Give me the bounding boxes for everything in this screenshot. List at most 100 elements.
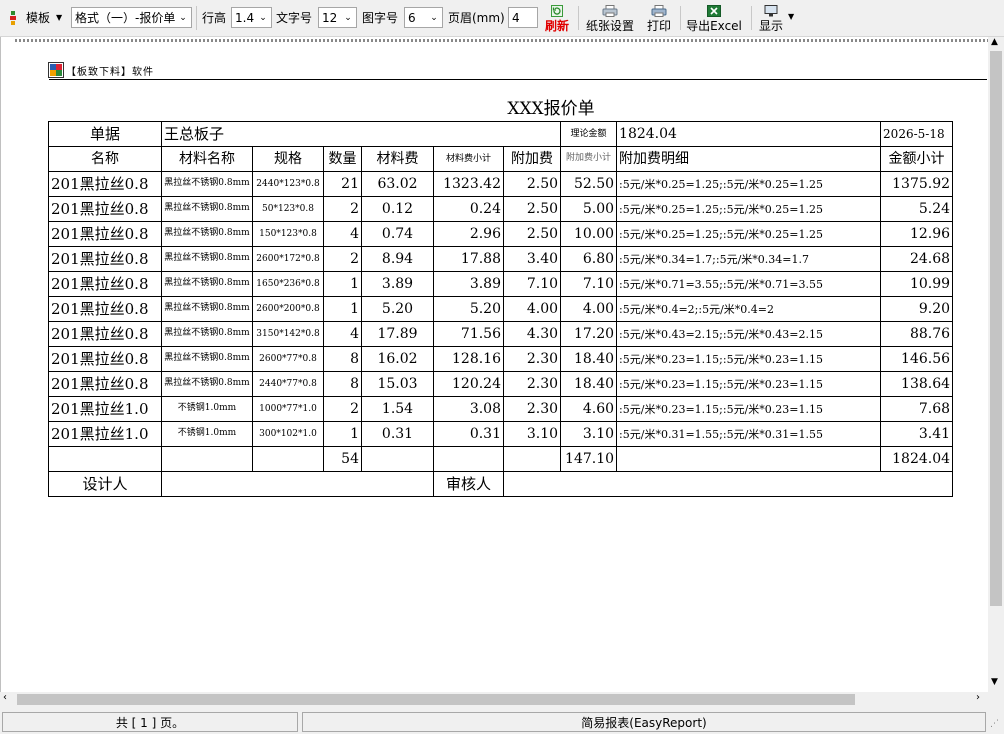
reviewer-label: 审核人 — [433, 471, 504, 497]
cell-name: 201黑拉丝0.8 — [48, 171, 162, 197]
cell-fee: 5.20 — [361, 296, 434, 322]
cell-sub: 2.96 — [433, 221, 504, 247]
horizontal-scroll-thumb[interactable] — [17, 694, 855, 705]
empty-cell — [48, 446, 162, 472]
refresh-icon — [551, 5, 563, 17]
vertical-scrollbar[interactable]: ▲ ▼ — [988, 37, 1004, 692]
cell-total: 24.68 — [880, 246, 954, 272]
app-name-status: 简易报表(EasyReport) — [302, 712, 986, 732]
cell-spec: 3150*142*0.8 — [252, 321, 324, 347]
vertical-scroll-thumb[interactable] — [990, 51, 1002, 606]
header-margin-input[interactable]: 4 — [508, 7, 538, 28]
image-size-label: 图字号 — [362, 11, 399, 25]
theory-amount-label: 理论金额 — [560, 121, 618, 147]
font-size-select[interactable]: 12 ⌄ — [318, 7, 357, 28]
cell-mat: 黑拉丝不锈钢0.8mm — [161, 346, 253, 372]
cell-spec: 1000*77*1.0 — [252, 396, 324, 422]
line-height-label: 行高 — [202, 11, 227, 25]
refresh-button[interactable]: 刷新 — [544, 2, 570, 34]
cell-add: 2.30 — [502, 371, 562, 397]
cell-qty: 4 — [323, 321, 362, 347]
theory-amount-value: 1824.04 — [616, 121, 882, 147]
cell-spec: 1650*236*0.8 — [252, 271, 324, 297]
cell-add: 2.30 — [502, 346, 562, 372]
cell-spec: 50*123*0.8 — [252, 196, 324, 222]
table-row: 201黑拉丝1.0 不锈钢1.0mm 300*102*1.0 1 0.31 0.31 3.1… — [48, 421, 954, 447]
horizontal-scrollbar[interactable]: ‹ › — [0, 692, 988, 707]
empty-cell — [616, 446, 882, 472]
line-height-select[interactable]: 1.4 ⌄ — [231, 7, 272, 28]
cell-addsub: 7.10 — [560, 271, 618, 297]
cell-spec: 2600*77*0.8 — [252, 346, 324, 372]
cell-total: 5.24 — [880, 196, 954, 222]
image-size-value: 6 — [408, 10, 416, 25]
empty-cell — [252, 446, 324, 472]
toolbar-divider — [578, 6, 579, 30]
cell-qty: 1 — [323, 271, 362, 297]
cell-qty: 21 — [323, 171, 362, 197]
cell-total: 88.76 — [880, 321, 954, 347]
export-excel-button[interactable]: 导出Excel — [686, 2, 742, 34]
chevron-down-icon: ⌄ — [428, 10, 440, 25]
image-size-select[interactable]: 6 ⌄ — [404, 7, 443, 28]
cell-qty: 1 — [323, 421, 362, 447]
scroll-down-icon[interactable]: ▼ — [991, 677, 998, 687]
font-size-label: 文字号 — [276, 11, 313, 25]
scroll-right-icon[interactable]: › — [976, 692, 980, 703]
cell-add: 2.50 — [502, 196, 562, 222]
cell-qty: 2 — [323, 196, 362, 222]
cell-qty: 8 — [323, 371, 362, 397]
cell-addsub: 5.00 — [560, 196, 618, 222]
cell-detail: :5元/米*0.34=1.7;:5元/米*0.34=1.7 — [616, 246, 882, 272]
print-label: 打印 — [646, 19, 671, 33]
cell-fee: 3.89 — [361, 271, 434, 297]
cell-add: 2.50 — [502, 171, 562, 197]
display-menu-button[interactable]: 显示 — [757, 2, 785, 34]
table-row: 201黑拉丝0.8 黑拉丝不锈钢0.8mm 3150*142*0.8 4 17.89 71… — [48, 321, 954, 347]
cell-addsub: 6.80 — [560, 246, 618, 272]
empty-cell — [433, 446, 504, 472]
cell-fee: 1.54 — [361, 396, 434, 422]
cell-total: 12.96 — [880, 221, 954, 247]
format-select[interactable]: 格式（一）-报价单 ⌄ — [71, 7, 192, 28]
toolbar-divider — [680, 6, 681, 30]
table-row: 201黑拉丝1.0 不锈钢1.0mm 1000*77*1.0 2 1.54 3.08 2.3… — [48, 396, 954, 422]
cell-mat: 黑拉丝不锈钢0.8mm — [161, 221, 253, 247]
scroll-up-icon[interactable]: ▲ — [991, 37, 998, 47]
cell-add: 7.10 — [502, 271, 562, 297]
total-sum_addsub: 147.10 — [560, 446, 618, 472]
table-total-row: 54 147.10 1824.04 — [48, 446, 954, 472]
cell-sub: 0.31 — [433, 421, 504, 447]
scroll-left-icon[interactable]: ‹ — [3, 692, 7, 703]
paper-settings-button[interactable]: 纸张设置 — [584, 2, 636, 34]
paper-settings-label: 纸张设置 — [585, 19, 634, 33]
doc-label: 单据 — [48, 121, 162, 147]
empty-cell — [361, 446, 434, 472]
cell-name: 201黑拉丝0.8 — [48, 221, 162, 247]
header-margin-value: 4 — [512, 10, 520, 25]
chevron-down-icon: ▼ — [56, 13, 63, 22]
print-button[interactable]: 打印 — [644, 2, 674, 34]
table-header-info-row: 单据 王总板子 理论金额 1824.04 2026-5-18 — [48, 121, 954, 147]
cell-sub: 3.08 — [433, 396, 504, 422]
cell-total: 138.64 — [880, 371, 954, 397]
cell-addsub: 17.20 — [560, 321, 618, 347]
template-menu-button[interactable]: 模板 ▼ — [8, 5, 62, 30]
cell-add: 3.10 — [502, 421, 562, 447]
column-header: 规格 — [252, 146, 324, 172]
brand-text: 【板致下料】软件 — [66, 66, 154, 78]
cell-name: 201黑拉丝0.8 — [48, 296, 162, 322]
column-header: 附加费明细 — [616, 146, 882, 172]
cell-addsub: 52.50 — [560, 171, 618, 197]
cell-detail: :5元/米*0.23=1.15;:5元/米*0.23=1.15 — [616, 396, 882, 422]
cell-name: 201黑拉丝0.8 — [48, 371, 162, 397]
cell-addsub: 18.40 — [560, 346, 618, 372]
table-row: 201黑拉丝0.8 黑拉丝不锈钢0.8mm 1650*236*0.8 1 3.89 3.8… — [48, 271, 954, 297]
cell-mat: 黑拉丝不锈钢0.8mm — [161, 371, 253, 397]
cell-addsub: 18.40 — [560, 371, 618, 397]
cell-total: 9.20 — [880, 296, 954, 322]
cell-name: 201黑拉丝0.8 — [48, 246, 162, 272]
cell-fee: 0.31 — [361, 421, 434, 447]
cell-spec: 2600*200*0.8 — [252, 296, 324, 322]
chevron-down-icon[interactable]: ▼ — [788, 4, 794, 29]
